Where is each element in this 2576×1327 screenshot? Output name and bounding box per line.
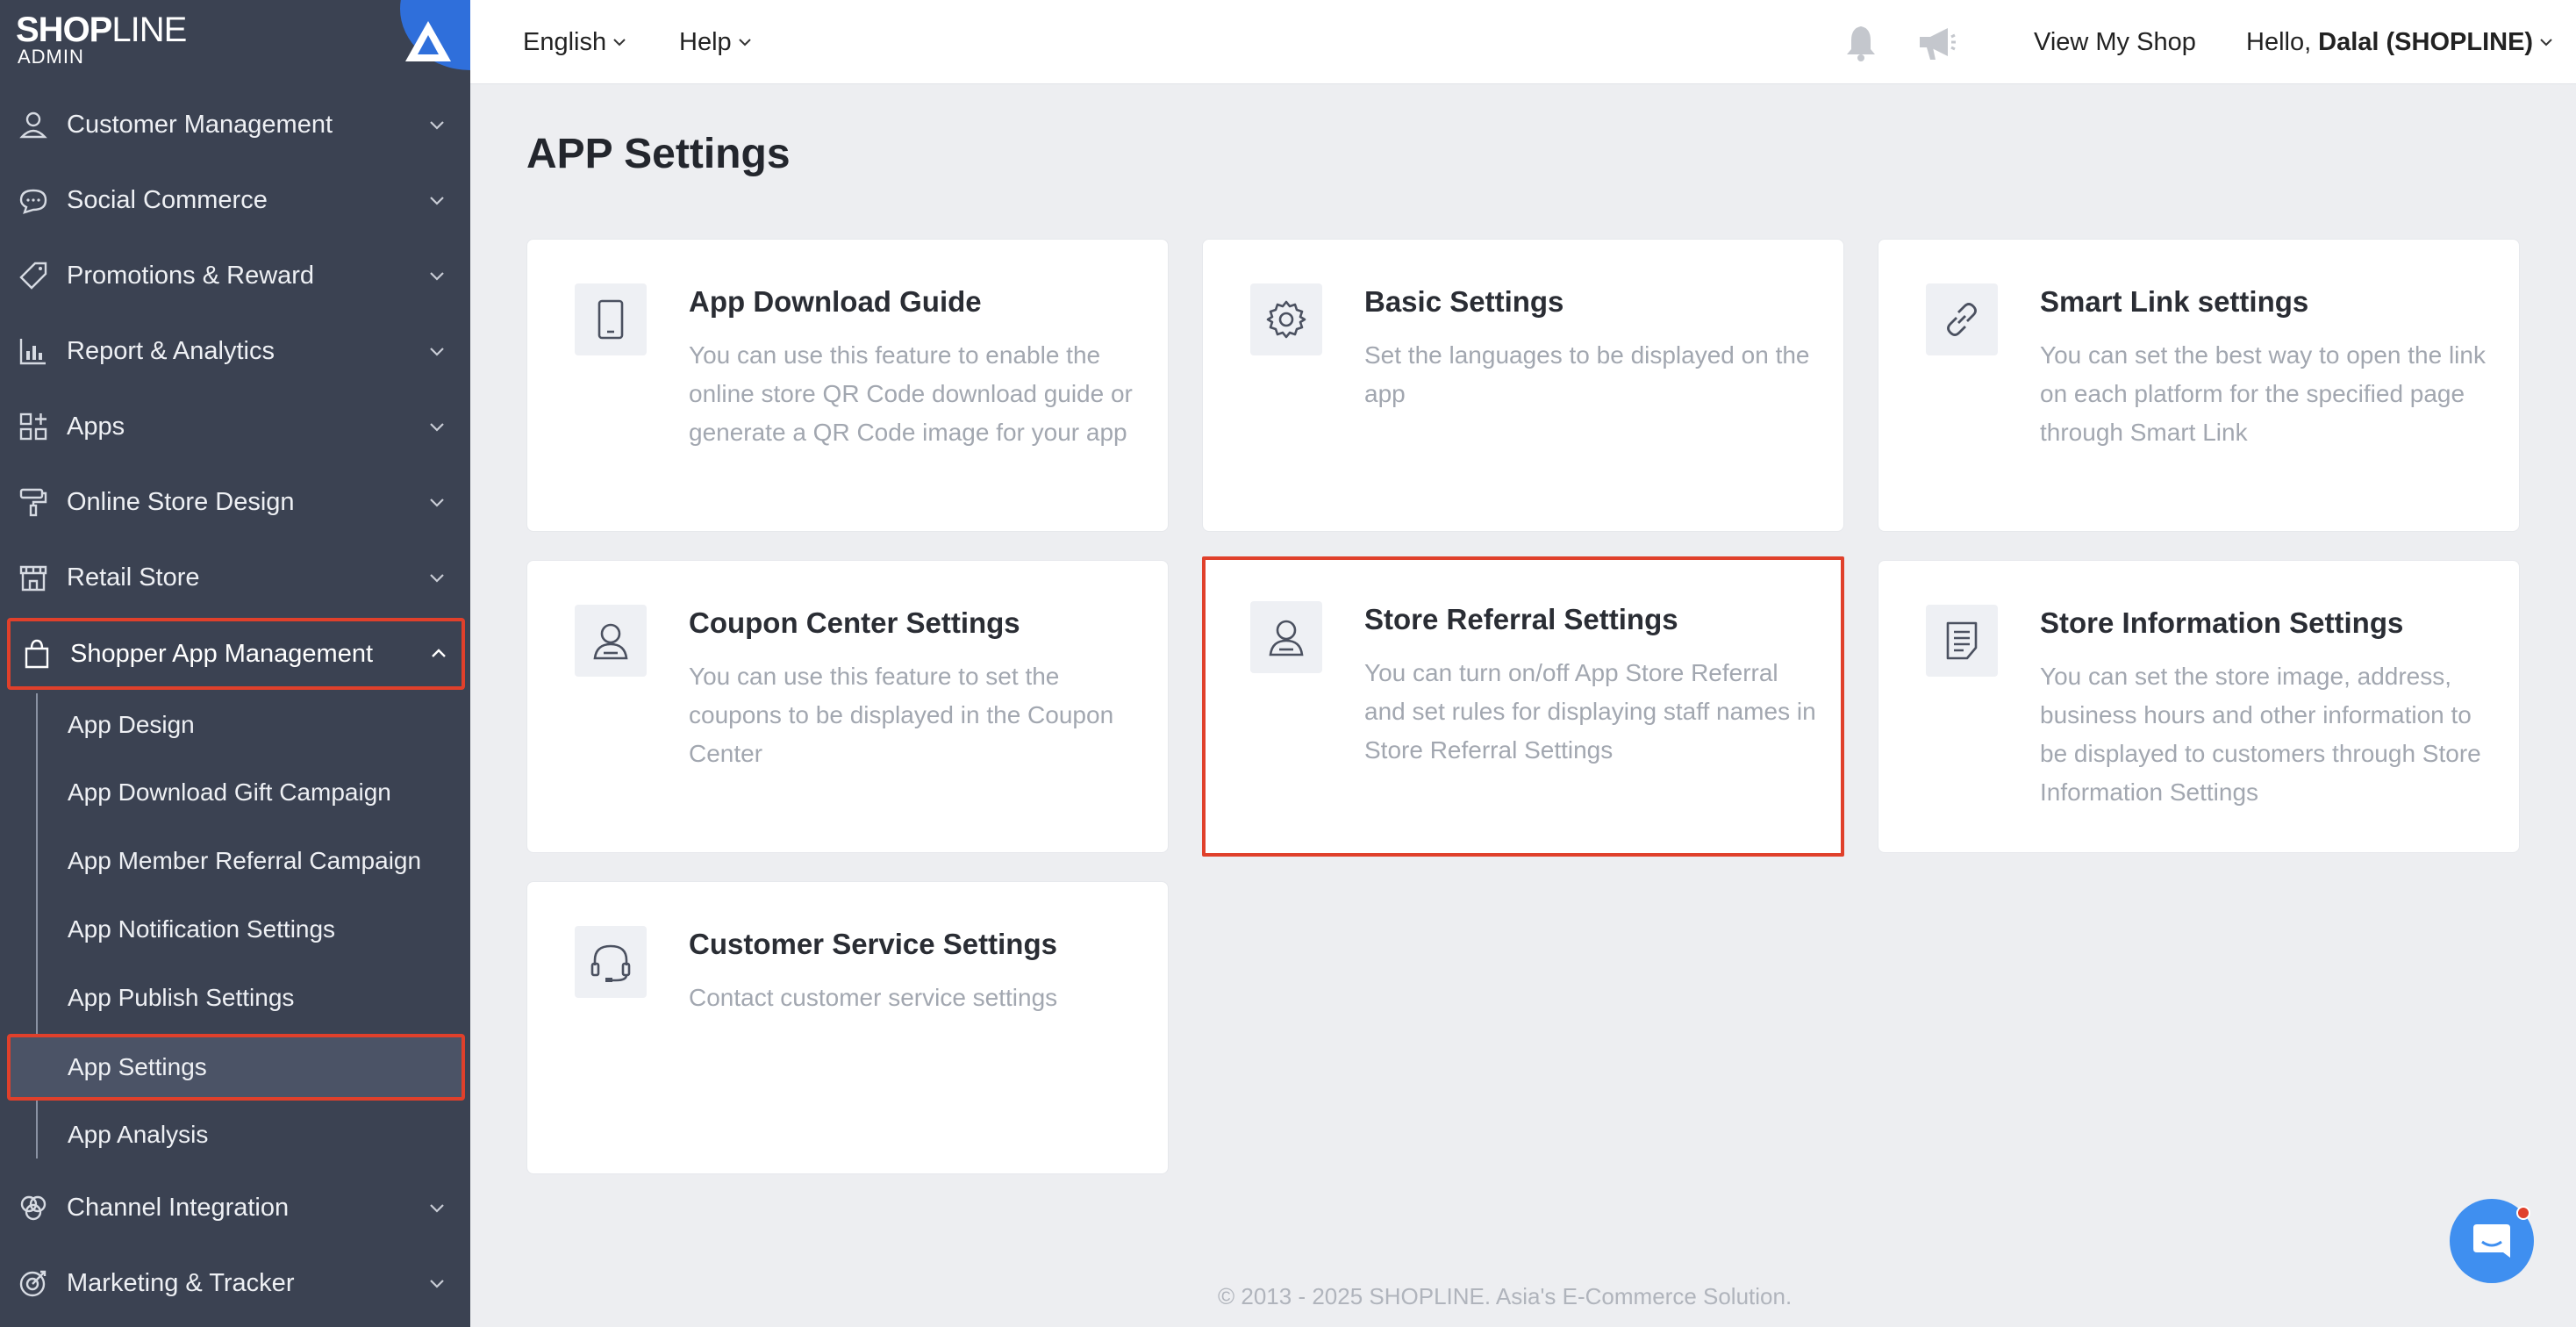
card-store-referral-settings[interactable]: Store Referral Settings You can turn on/… (1202, 556, 1844, 857)
sidebar-item-shopper-app-management[interactable]: Shopper App Management (7, 618, 465, 690)
logo[interactable]: SHOPLINE ADMIN (0, 0, 470, 82)
card-description: Set the languages to be displayed on the… (1364, 341, 1810, 407)
shopline-mountain-icon (405, 21, 451, 61)
language-label: English (523, 27, 607, 56)
card-title: Store Information Settings (2040, 606, 2404, 639)
sidebar-item-label: Marketing & Tracker (67, 1268, 295, 1297)
help-dropdown[interactable]: Help (679, 0, 753, 84)
chevron-down-icon (430, 574, 444, 583)
card-title: Smart Link settings (2040, 285, 2309, 318)
card-description: You can use this feature to set the coup… (689, 663, 1114, 767)
chevron-down-icon (430, 423, 444, 432)
page-title: APP Settings (526, 131, 791, 177)
card-basic-settings[interactable]: Basic Settings Set the languages to be d… (1202, 239, 1844, 532)
chevron-down-icon (430, 121, 444, 130)
view-my-shop-link[interactable]: View My Shop (2034, 0, 2196, 84)
sidebar-item-social-commerce[interactable]: Social Commerce (0, 162, 470, 238)
user-name: Dalal (SHOPLINE) (2318, 27, 2534, 56)
chevron-down-icon (613, 39, 626, 47)
logo-subtitle: ADMIN (18, 46, 84, 68)
channels-icon (20, 1195, 47, 1221)
sidebar-item-label: Social Commerce (67, 185, 268, 214)
sidebar-item-label: Online Store Design (67, 487, 295, 516)
document-icon (1926, 605, 1998, 677)
sidebar-subitem-app-design[interactable]: App Design (68, 693, 195, 757)
help-label: Help (679, 27, 732, 56)
sidebar-item-customer-management[interactable]: Customer Management (0, 87, 470, 162)
bar-chart-icon (19, 339, 46, 365)
chat-bubble-icon (19, 189, 47, 214)
greeting-text: Hello, (2246, 27, 2312, 56)
sidebar-item-channel-integration[interactable]: Channel Integration (0, 1170, 470, 1245)
shopping-bag-icon (25, 639, 49, 669)
card-description: You can set the store image, address, bu… (2040, 663, 2481, 806)
chevron-down-icon (430, 1280, 444, 1288)
notification-dot (2516, 1206, 2530, 1220)
sidebar-item-label: Apps (67, 412, 125, 441)
chevron-down-icon (430, 272, 444, 281)
megaphone-icon[interactable] (1914, 21, 1958, 65)
sidebar-subitem-app-settings[interactable]: App Settings (7, 1034, 465, 1101)
top-bar: English Help View My Shop Hello, Dalal (… (470, 0, 2576, 84)
bell-icon[interactable] (1839, 21, 1883, 65)
sidebar-item-label: Retail Store (67, 563, 200, 592)
card-title: App Download Guide (689, 285, 982, 318)
chevron-down-icon (430, 499, 444, 507)
paint-roller-icon (19, 488, 47, 517)
chevron-up-icon (432, 649, 446, 657)
sidebar-item-label: Report & Analytics (67, 336, 275, 365)
sidebar-item-apps[interactable]: Apps (0, 389, 470, 464)
card-smart-link-settings[interactable]: Smart Link settings You can set the best… (1878, 239, 2520, 532)
sidebar-item-label: Promotions & Reward (67, 261, 315, 290)
card-title: Store Referral Settings (1364, 603, 1678, 635)
chevron-down-icon (430, 1204, 444, 1213)
link-icon (1926, 283, 1998, 355)
sidebar-item-report-analytics[interactable]: Report & Analytics (0, 313, 470, 389)
card-customer-service-settings[interactable]: Customer Service Settings Contact custom… (526, 881, 1169, 1174)
chat-icon (2473, 1224, 2510, 1258)
mobile-phone-icon (575, 283, 647, 355)
sidebar-subitem-app-download-gift-campaign[interactable]: App Download Gift Campaign (68, 761, 391, 824)
sidebar-item-retail-store[interactable]: Retail Store (0, 540, 470, 615)
chevron-down-icon (2540, 39, 2552, 47)
apps-grid-icon (19, 412, 47, 441)
chevron-down-icon (430, 197, 444, 205)
card-description: You can set the best way to open the lin… (2040, 341, 2486, 446)
user-icon (575, 605, 647, 677)
sidebar-item-label: Shopper App Management (70, 639, 374, 668)
footer-copyright: © 2013 - 2025 SHOPLINE. Asia's E-Commerc… (1218, 1283, 1792, 1309)
card-title: Customer Service Settings (689, 928, 1057, 960)
user-menu[interactable]: Hello, Dalal (SHOPLINE) (2246, 0, 2554, 84)
person-icon (19, 111, 47, 139)
card-title: Basic Settings (1364, 285, 1564, 318)
sidebar-item-label: Channel Integration (67, 1193, 290, 1222)
target-icon (19, 1270, 47, 1297)
chevron-down-icon (738, 39, 751, 47)
chevron-down-icon (430, 348, 444, 356)
sidebar-item-online-store-design[interactable]: Online Store Design (0, 464, 470, 540)
sidebar-subitem-app-publish-settings[interactable]: App Publish Settings (68, 966, 294, 1029)
sidebar-item-marketing-tracker[interactable]: Marketing & Tracker (0, 1245, 470, 1321)
card-coupon-center-settings[interactable]: Coupon Center Settings You can use this … (526, 560, 1169, 853)
card-title: Coupon Center Settings (689, 606, 1020, 639)
language-dropdown[interactable]: English (523, 0, 627, 84)
sidebar: SHOPLINE ADMIN Customer Management Socia… (0, 0, 470, 1327)
card-description: You can use this feature to enable the o… (689, 341, 1133, 446)
user-icon (1250, 601, 1322, 673)
card-description: Contact customer service settings (689, 984, 1058, 1011)
sidebar-item-promotions[interactable]: Promotions & Reward (0, 238, 470, 313)
sidebar-item-label: Customer Management (67, 110, 333, 139)
card-store-information-settings[interactable]: Store Information Settings You can set t… (1878, 560, 2520, 853)
card-description: You can turn on/off App Store Referral a… (1364, 659, 1816, 764)
card-app-download-guide[interactable]: App Download Guide You can use this feat… (526, 239, 1169, 532)
logo-text: SHOPLINE (16, 11, 187, 49)
headset-icon (575, 926, 647, 998)
gear-icon (1250, 283, 1322, 355)
sidebar-subitem-app-member-referral-campaign[interactable]: App Member Referral Campaign (68, 829, 421, 893)
tag-icon (19, 262, 47, 290)
storefront-icon (19, 565, 47, 592)
sidebar-subitem-app-analysis[interactable]: App Analysis (68, 1103, 208, 1166)
sidebar-subitem-app-notification-settings[interactable]: App Notification Settings (68, 898, 335, 961)
